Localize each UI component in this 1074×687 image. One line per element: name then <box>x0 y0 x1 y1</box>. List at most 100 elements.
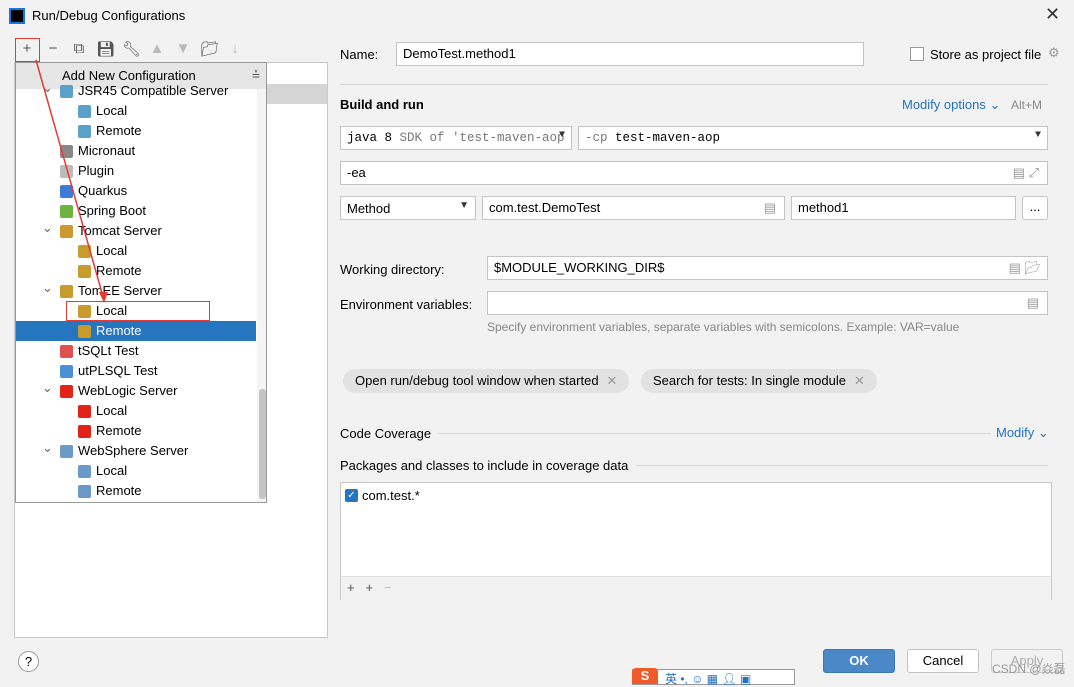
popup-item-label: Local <box>96 103 128 118</box>
ime-logo: S <box>632 668 658 684</box>
popup-item[interactable]: Remote <box>16 481 256 501</box>
save-icon[interactable]: 💾︎ <box>96 40 115 58</box>
browse-button[interactable]: ... <box>1022 196 1048 220</box>
wrench-icon[interactable]: 🔧︎ <box>122 40 141 58</box>
popup-item[interactable]: Local <box>16 101 256 121</box>
popup-item[interactable]: ⌄ JSR45 Compatible Server <box>16 78 256 101</box>
expand-arrow-icon[interactable]: ⌄ <box>42 438 53 458</box>
popup-item-label: TomEE Server <box>78 283 162 298</box>
popup-item-label: Plugin <box>78 163 115 178</box>
popup-item[interactable]: Local <box>16 461 256 481</box>
sort-icon[interactable]: ↓ <box>226 40 244 57</box>
popup-item-label: utPLSQL Test <box>78 363 158 378</box>
workdir-label: Working directory: <box>340 262 445 277</box>
popup-item[interactable]: ⌄ WebLogic Server <box>16 378 256 401</box>
popup-item-label: tSQLt Test <box>78 343 139 358</box>
new-folder-icon[interactable]: 📁︎ <box>200 40 219 58</box>
modify-shortcut: Alt+M <box>1011 98 1043 112</box>
add-config-popup[interactable]: Add New Configuration ⩮ ⌄ JSR45 Compatible… <box>15 62 267 503</box>
jdk-select[interactable]: java 8 SDK of 'test-maven-aop ▼ <box>340 126 572 150</box>
class-input[interactable]: com.test.DemoTest ▤ <box>482 196 785 220</box>
vm-options-input[interactable]: -ea ▤ ⤢ <box>340 161 1048 185</box>
remove-icon[interactable]: − <box>384 580 392 595</box>
popup-item-label: Local <box>96 463 128 478</box>
expand-arrow-icon[interactable]: ⌄ <box>42 78 53 98</box>
utplsql-icon <box>60 365 73 378</box>
weblogic-icon <box>78 425 91 438</box>
tomcat-icon <box>78 265 91 278</box>
env-label: Environment variables: <box>340 297 473 312</box>
expand-arrow-icon[interactable]: ⌄ <box>42 378 53 398</box>
name-input[interactable]: DemoTest.method1 <box>396 42 864 66</box>
chip-search-tests[interactable]: Search for tests: In single module ✕ <box>641 369 877 393</box>
websphere-icon <box>78 465 91 478</box>
quarkus-icon <box>60 185 73 198</box>
popup-item-label: Local <box>96 403 128 418</box>
remove-icon[interactable]: − <box>44 40 62 57</box>
popup-item-label: Remote <box>96 323 142 338</box>
plugin-icon <box>60 165 73 178</box>
popup-item-label: Remote <box>96 263 142 278</box>
weblogic-icon <box>60 385 73 398</box>
tomcat-icon <box>78 245 91 258</box>
popup-item[interactable]: Remote <box>16 121 256 141</box>
scroll-thumb[interactable] <box>259 389 266 499</box>
build-run-heading: Build and run <box>340 97 424 112</box>
coverage-modify-link[interactable]: Modify ⌄ <box>996 425 1049 441</box>
jsr45-icon <box>78 105 91 118</box>
popup-item-label: WebSphere Server <box>78 443 189 458</box>
weblogic-icon <box>78 405 91 418</box>
move-down-icon[interactable]: ▼ <box>174 40 192 57</box>
gear-icon[interactable]: ⚙ <box>1048 45 1060 61</box>
popup-item-label: Remote <box>96 423 142 438</box>
popup-item-label: WebLogic Server <box>78 383 178 398</box>
env-input[interactable]: ▤ <box>487 291 1048 315</box>
store-checkbox[interactable] <box>910 47 924 61</box>
popup-item[interactable]: Local <box>16 401 256 421</box>
popup-item-label: Tomcat Server <box>78 223 162 238</box>
popup-item[interactable]: Local <box>16 241 256 261</box>
expand-arrow-icon[interactable]: ⌄ <box>42 278 53 298</box>
popup-item-label: Quarkus <box>78 183 128 198</box>
cancel-button[interactable]: Cancel <box>907 649 979 673</box>
scrollbar[interactable] <box>257 89 266 502</box>
tomcat-icon <box>78 325 91 338</box>
popup-item[interactable]: Quarkus <box>16 181 256 201</box>
popup-item[interactable]: ⌄ Tomcat Server <box>16 218 256 241</box>
packages-label: Packages and classes to include in cover… <box>340 458 629 473</box>
name-label: Name: <box>340 47 379 62</box>
popup-item[interactable]: Remote <box>16 321 256 341</box>
tomcat-icon <box>60 285 73 298</box>
popup-item-label: Remote <box>96 123 142 138</box>
popup-item[interactable]: tSQLt Test <box>16 341 256 361</box>
ok-button[interactable]: OK <box>823 649 895 673</box>
method-input[interactable]: method1 <box>791 196 1016 220</box>
add-class-icon[interactable]: + <box>365 580 373 595</box>
expand-arrow-icon[interactable]: ⌄ <box>42 218 53 238</box>
popup-item[interactable]: ⌄ TomEE Server <box>16 278 256 301</box>
popup-item-label: Remote <box>96 483 142 498</box>
move-up-icon[interactable]: ▲ <box>148 40 166 57</box>
help-icon[interactable]: ? <box>18 651 39 672</box>
modify-options-link[interactable]: Modify options ⌄ <box>902 97 1000 113</box>
popup-item-label: Micronaut <box>78 143 136 158</box>
popup-item[interactable]: Micronaut <box>16 141 256 161</box>
popup-item[interactable]: Plugin <box>16 161 256 181</box>
add-package-icon[interactable]: + <box>347 580 355 595</box>
classpath-select[interactable]: -cp test-maven-aop ▼ <box>578 126 1048 150</box>
micronaut-icon <box>60 145 73 158</box>
test-kind-select[interactable]: Method ▼ <box>340 196 476 220</box>
coverage-heading: Code Coverage <box>340 426 432 441</box>
packages-list[interactable]: ✓ com.test.* + + − <box>340 482 1052 600</box>
app-icon <box>9 8 25 24</box>
copy-icon[interactable]: ⧉ <box>70 40 88 57</box>
close-button[interactable]: ✕ <box>1045 4 1060 25</box>
tsqlt-icon <box>60 345 73 358</box>
annotation-box <box>66 301 210 321</box>
package-checkbox[interactable]: ✓ <box>345 489 358 502</box>
workdir-input[interactable]: $MODULE_WORKING_DIR$ ▤ 📂︎ <box>487 256 1048 280</box>
jsr45-icon <box>60 85 73 98</box>
spring-icon <box>60 205 73 218</box>
chip-open-tool-window[interactable]: Open run/debug tool window when started ✕ <box>343 369 630 393</box>
popup-item[interactable]: ⌄ WebSphere Server <box>16 438 256 461</box>
